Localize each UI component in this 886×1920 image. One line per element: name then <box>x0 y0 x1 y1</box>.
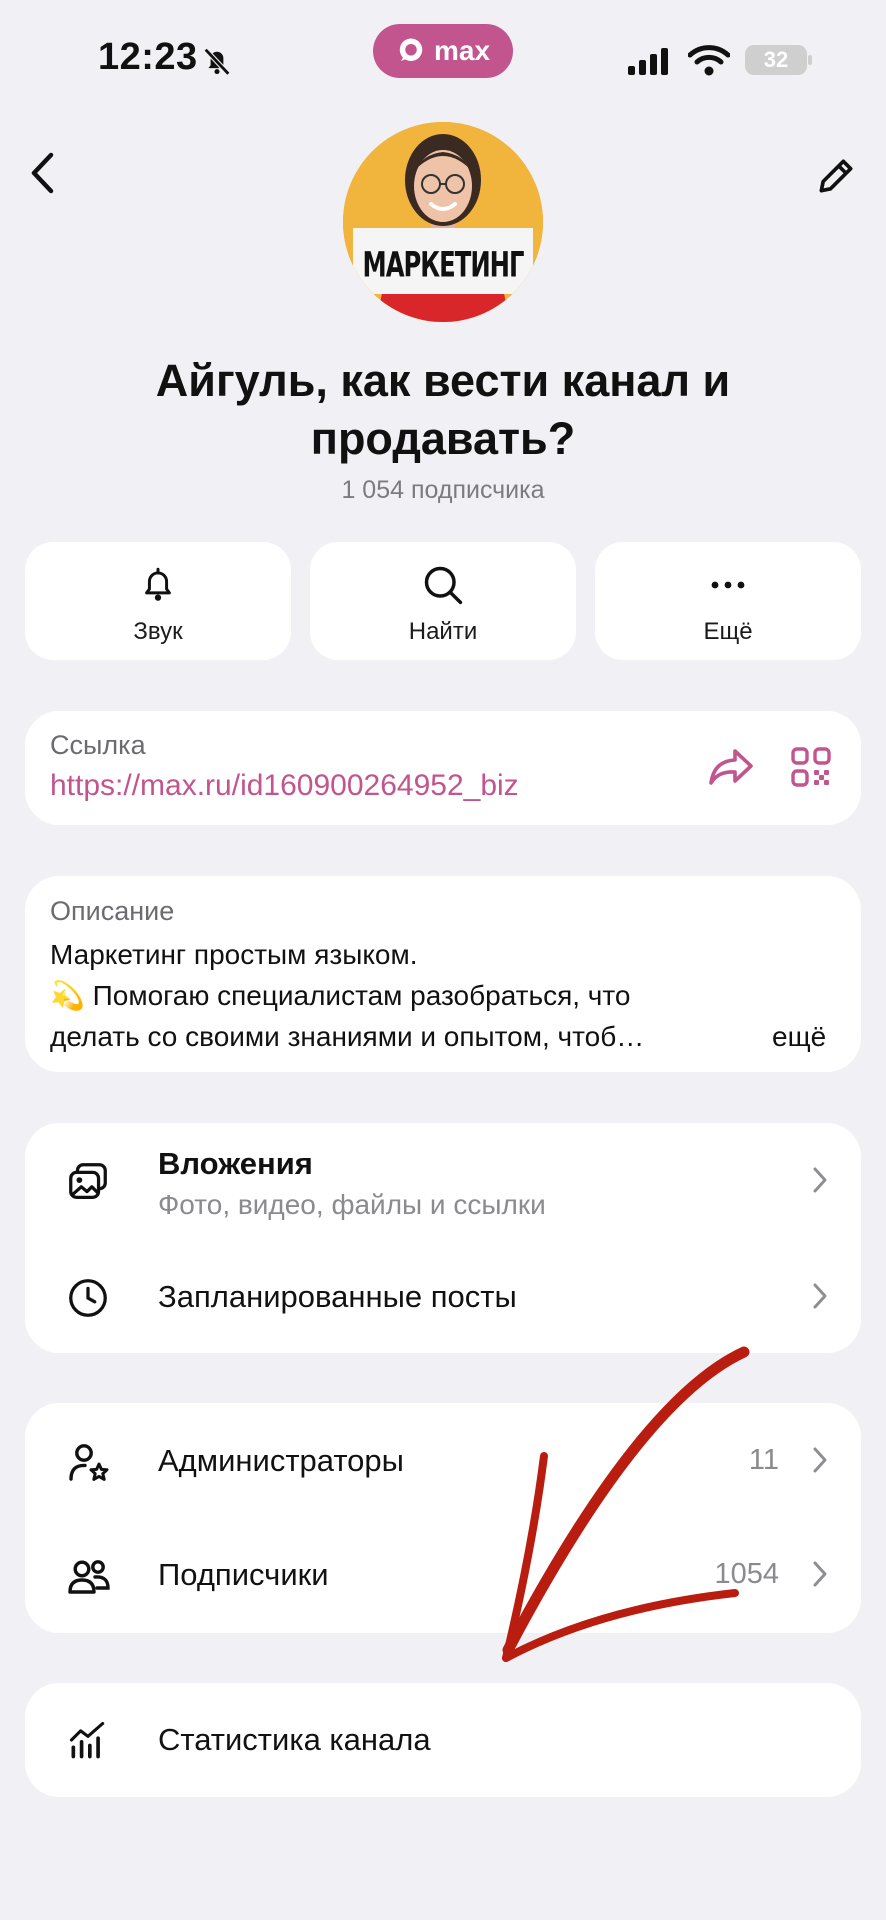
more-icon <box>711 581 745 589</box>
back-icon[interactable] <box>26 150 60 196</box>
channel-link[interactable]: https://max.ru/id160900264952_biz <box>50 769 519 803</box>
silent-bell-icon <box>203 47 231 76</box>
members-menu-card: Администраторы 11 Подписчики 1054 <box>25 1403 861 1633</box>
attachments-row[interactable]: Вложения Фото, видео, файлы и ссылки <box>25 1123 861 1241</box>
stats-icon <box>69 1721 105 1759</box>
description-caption: Описание <box>50 896 175 926</box>
avatar-sign-text: МАРКЕТИНГ <box>362 245 525 286</box>
attachments-subtitle: Фото, видео, файлы и ссылки <box>158 1189 546 1220</box>
description-more-link[interactable]: ещё <box>772 1016 826 1057</box>
people-icon <box>68 1560 110 1594</box>
search-button-label: Найти <box>408 618 478 645</box>
wifi-icon <box>688 45 730 76</box>
battery-level: 32 <box>763 47 789 72</box>
signal-icon <box>628 48 668 75</box>
scheduled-posts-row[interactable]: Запланированные посты <box>25 1241 861 1353</box>
description-line-2: 💫 Помогаю специалистам разобраться, что <box>50 980 631 1011</box>
subscribers-title: Подписчики <box>158 1557 329 1592</box>
subscribers-count: 1054 <box>714 1558 779 1590</box>
administrators-count: 11 <box>748 1444 779 1476</box>
admin-icon <box>69 1444 109 1481</box>
sound-button[interactable]: Звук <box>25 542 291 660</box>
share-icon[interactable] <box>708 747 754 787</box>
description-card[interactable]: Описание Маркетинг простым языком. 💫 Пом… <box>25 876 861 1072</box>
battery-cap <box>808 55 812 65</box>
channel-statistics-title: Статистика канала <box>158 1722 431 1757</box>
description-line-3: делать со своими знаниями и опытом, чтоб… <box>50 1021 645 1052</box>
more-button[interactable]: Ещё <box>595 542 861 660</box>
subscribers-row[interactable]: Подписчики 1054 <box>25 1521 861 1633</box>
qr-code-icon[interactable] <box>791 747 831 787</box>
gallery-icon <box>69 1163 107 1199</box>
bell-icon <box>145 567 171 601</box>
chevron-right-icon <box>813 1283 827 1309</box>
avatar-photo <box>343 122 543 322</box>
administrators-title: Администраторы <box>158 1443 404 1478</box>
search-icon <box>424 566 463 605</box>
chevron-right-icon <box>813 1561 827 1587</box>
chevron-right-icon <box>813 1447 827 1473</box>
media-menu-card: Вложения Фото, видео, файлы и ссылки Зап… <box>25 1123 861 1353</box>
battery-indicator: 32 <box>745 45 807 75</box>
link-card: Ссылка https://max.ru/id160900264952_biz <box>25 711 861 825</box>
search-button[interactable]: Найти <box>310 542 576 660</box>
link-caption: Ссылка <box>50 730 146 760</box>
edit-pencil-icon[interactable] <box>814 154 858 198</box>
description-line-1: Маркетинг простым языком. <box>50 939 418 970</box>
scheduled-posts-title: Запланированные посты <box>158 1279 517 1314</box>
chevron-right-icon <box>813 1167 827 1193</box>
max-pill-label: max <box>433 35 491 66</box>
channel-avatar[interactable]: МАРКЕТИНГ <box>343 122 543 322</box>
channel-statistics-row[interactable]: Статистика канала <box>25 1683 861 1797</box>
max-app-pill[interactable]: max <box>373 24 513 78</box>
more-button-label: Ещё <box>703 618 753 645</box>
max-logo-icon <box>399 38 423 61</box>
clock-icon <box>69 1279 107 1317</box>
administrators-row[interactable]: Администраторы 11 <box>25 1403 861 1521</box>
status-time: 12:23 <box>98 36 198 78</box>
subscriber-count: 1 054 подписчика <box>341 476 545 504</box>
channel-title: Айгуль, как вести канал и продавать? <box>155 355 731 464</box>
attachments-title: Вложения <box>158 1146 313 1181</box>
sound-button-label: Звук <box>133 618 183 645</box>
